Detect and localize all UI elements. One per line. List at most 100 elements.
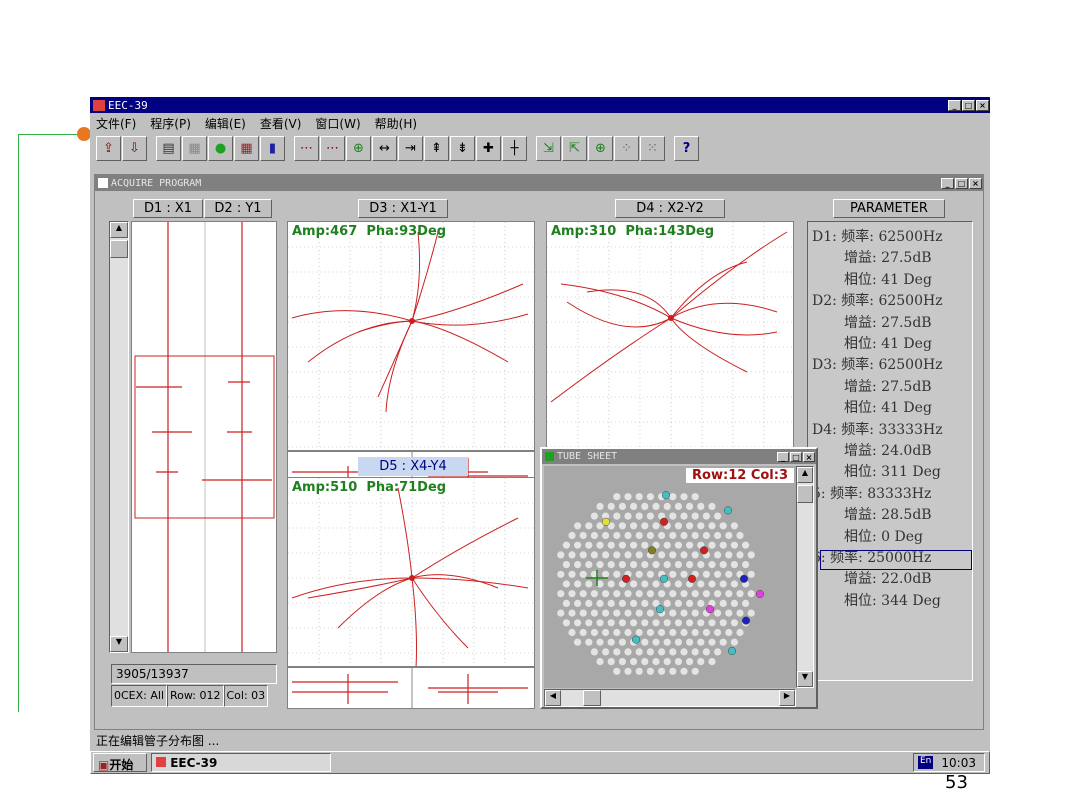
tube-cell[interactable] xyxy=(680,493,688,501)
tube-maximize-button[interactable]: □ xyxy=(790,451,802,462)
tube-cell[interactable] xyxy=(730,580,738,588)
menu-file[interactable]: 文件(F) xyxy=(96,115,136,132)
tube-cell[interactable] xyxy=(697,619,705,627)
tube-cell[interactable] xyxy=(702,648,710,656)
tube-cell[interactable] xyxy=(652,502,660,510)
tube-marker[interactable] xyxy=(655,605,665,614)
tube-cell[interactable] xyxy=(624,512,632,520)
tube-cell[interactable] xyxy=(585,638,593,646)
tube-cell[interactable] xyxy=(635,551,643,559)
edit-icon[interactable]: ⇱ xyxy=(562,135,587,161)
tube-cell[interactable] xyxy=(613,570,621,578)
tube-cell[interactable] xyxy=(680,590,688,598)
tube-sheet-canvas[interactable]: Row:12 Col:3 xyxy=(544,466,796,688)
tube-cell[interactable] xyxy=(702,531,710,540)
tube-cell[interactable] xyxy=(630,619,638,627)
tube-cell[interactable] xyxy=(557,570,565,578)
tube-cell[interactable] xyxy=(613,609,621,617)
tube-cell[interactable] xyxy=(557,551,565,559)
tube-cell[interactable] xyxy=(607,638,615,646)
tube-cell[interactable] xyxy=(635,590,643,598)
tube-cell[interactable] xyxy=(596,619,604,627)
tube-cell[interactable] xyxy=(568,609,576,617)
task-eec39[interactable]: EEC-39 xyxy=(151,753,331,772)
tube-cell[interactable] xyxy=(602,531,610,540)
tube-cell[interactable] xyxy=(646,531,654,540)
tube-scroll-thumb[interactable] xyxy=(797,485,813,503)
tube-cell[interactable] xyxy=(674,580,682,588)
tube-cell[interactable] xyxy=(674,502,682,510)
tube-scroll-down-icon[interactable]: ▼ xyxy=(797,671,813,687)
tube-cell[interactable] xyxy=(702,570,710,578)
tube-cell[interactable] xyxy=(680,628,688,637)
tube-cell[interactable] xyxy=(669,551,677,559)
tube-cell[interactable] xyxy=(618,638,626,646)
tube-marker[interactable] xyxy=(687,574,697,583)
tube-cell[interactable] xyxy=(714,648,722,656)
tube-cell[interactable] xyxy=(646,493,654,501)
down-icon[interactable]: ⇟ xyxy=(450,135,475,161)
tube-cell[interactable] xyxy=(618,522,626,530)
tube-cell[interactable] xyxy=(674,599,682,607)
ime-icon[interactable]: En xyxy=(918,756,934,769)
tube-hscroll[interactable]: ◀ ▶ xyxy=(544,689,796,707)
tube-cell[interactable] xyxy=(736,590,744,598)
tube-cell[interactable] xyxy=(730,619,738,627)
tube-cell[interactable] xyxy=(585,522,593,530)
tube-cell[interactable] xyxy=(719,619,727,627)
tube-scroll-right-icon[interactable]: ▶ xyxy=(779,690,795,706)
tube-cell[interactable] xyxy=(607,561,615,569)
tube-cell[interactable] xyxy=(574,522,582,530)
tube-cell[interactable] xyxy=(641,541,649,549)
save-icon[interactable]: ⇩ xyxy=(122,135,147,161)
tube-cell[interactable] xyxy=(574,580,582,588)
tube-cell[interactable] xyxy=(691,493,699,501)
tube-cell[interactable] xyxy=(652,619,660,627)
tube-cell[interactable] xyxy=(652,658,660,666)
tube-marker[interactable] xyxy=(659,574,669,583)
tube-cell[interactable] xyxy=(663,561,671,569)
tube-cell[interactable] xyxy=(579,570,587,578)
tube-cell[interactable] xyxy=(747,609,755,617)
tube-cell[interactable] xyxy=(596,561,604,569)
tube-cell[interactable] xyxy=(658,648,666,656)
tube-cell[interactable] xyxy=(702,628,710,637)
tube-cell[interactable] xyxy=(630,541,638,549)
tube-cell[interactable] xyxy=(736,628,744,637)
menu-edit[interactable]: 编辑(E) xyxy=(205,115,246,132)
tube-cell[interactable] xyxy=(742,561,750,569)
tube-cell[interactable] xyxy=(686,541,694,549)
tube-cell[interactable] xyxy=(596,599,604,607)
tube-cell[interactable] xyxy=(674,658,682,666)
tube-cell[interactable] xyxy=(697,658,705,666)
tube-cell[interactable] xyxy=(590,551,598,559)
tube-cell[interactable] xyxy=(725,628,733,637)
tube-cell[interactable] xyxy=(658,531,666,540)
dots-icon[interactable]: ⁘ xyxy=(614,135,639,161)
minimize-button[interactable]: _ xyxy=(948,99,961,111)
tube-cell[interactable] xyxy=(618,658,626,666)
start-button[interactable]: ▣开始 xyxy=(93,753,147,772)
tube-cell[interactable] xyxy=(697,580,705,588)
tube-cell[interactable] xyxy=(736,609,744,617)
tube-cell[interactable] xyxy=(714,590,722,598)
tube-cell[interactable] xyxy=(624,667,632,675)
tube-cell[interactable] xyxy=(568,628,576,637)
tube-cell[interactable] xyxy=(641,561,649,569)
tube-cell[interactable] xyxy=(574,541,582,549)
tube-marker[interactable] xyxy=(647,546,657,555)
signal-icon[interactable]: ⋯ xyxy=(294,135,319,161)
tube-cell[interactable] xyxy=(669,570,677,578)
scroll-down-icon[interactable]: ▼ xyxy=(110,636,128,652)
signal2-icon[interactable]: ⋯ xyxy=(320,135,345,161)
up-icon[interactable]: ⇞ xyxy=(424,135,449,161)
tube-cell[interactable] xyxy=(730,599,738,607)
tube-cell[interactable] xyxy=(691,531,699,540)
tube-cell[interactable] xyxy=(568,531,576,540)
globe-icon[interactable]: ● xyxy=(208,135,233,161)
tube-cell[interactable] xyxy=(719,599,727,607)
tube-cell[interactable] xyxy=(635,628,643,637)
tube-marker[interactable] xyxy=(659,517,669,526)
tube-cell[interactable] xyxy=(663,658,671,666)
tube-cell[interactable] xyxy=(680,609,688,617)
